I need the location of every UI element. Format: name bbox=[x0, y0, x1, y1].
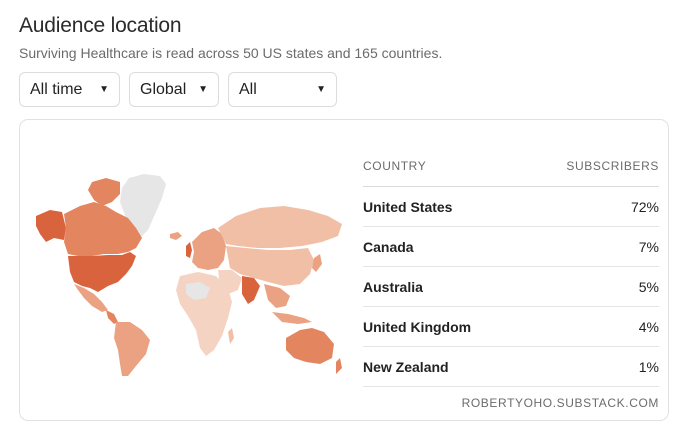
map-region-alaska[interactable] bbox=[36, 210, 66, 242]
audience-value: All bbox=[239, 80, 257, 98]
table-row: United States 72% bbox=[363, 187, 659, 227]
country-table: COUNTRY SUBSCRIBERS United States 72% Ca… bbox=[363, 147, 659, 410]
audience-location-card: COUNTRY SUBSCRIBERS United States 72% Ca… bbox=[19, 119, 669, 421]
country-name: New Zealand bbox=[363, 358, 449, 375]
country-name: United Kingdom bbox=[363, 318, 472, 335]
region-select[interactable]: Global ▼ bbox=[129, 72, 219, 107]
table-row: Australia 5% bbox=[363, 267, 659, 307]
map-region-japan[interactable] bbox=[312, 254, 322, 272]
map-region-indonesia[interactable] bbox=[272, 312, 312, 324]
map-region-united-kingdom[interactable] bbox=[186, 242, 192, 258]
table-row: New Zealand 1% bbox=[363, 347, 659, 387]
page-title: Audience location bbox=[19, 14, 182, 37]
table-header: COUNTRY SUBSCRIBERS bbox=[363, 147, 659, 187]
time-range-select[interactable]: All time ▼ bbox=[19, 72, 120, 107]
map-region-south-america[interactable] bbox=[114, 322, 150, 376]
subscriber-share: 1% bbox=[638, 358, 659, 375]
subscriber-share: 7% bbox=[638, 238, 659, 255]
map-region-australia[interactable] bbox=[286, 328, 334, 364]
map-region-canada-arctic[interactable] bbox=[88, 178, 120, 206]
column-header-subscribers: SUBSCRIBERS bbox=[566, 159, 659, 173]
map-region-madagascar[interactable] bbox=[228, 328, 234, 344]
country-name: Australia bbox=[363, 278, 423, 295]
caret-down-icon: ▼ bbox=[99, 84, 109, 95]
page-subtitle: Surviving Healthcare is read across 50 U… bbox=[19, 45, 443, 61]
map-region-russia[interactable] bbox=[218, 206, 342, 248]
map-region-southeast-asia[interactable] bbox=[264, 284, 290, 308]
time-range-value: All time bbox=[30, 80, 83, 98]
audience-select[interactable]: All ▼ bbox=[228, 72, 337, 107]
world-map bbox=[36, 174, 342, 376]
map-region-europe[interactable] bbox=[192, 228, 226, 270]
region-value: Global bbox=[140, 80, 187, 98]
table-row: United Kingdom 4% bbox=[363, 307, 659, 347]
country-name: Canada bbox=[363, 238, 414, 255]
subscriber-share: 4% bbox=[638, 318, 659, 335]
table-row: Canada 7% bbox=[363, 227, 659, 267]
caret-down-icon: ▼ bbox=[198, 84, 208, 95]
subscriber-share: 72% bbox=[630, 198, 659, 215]
source-footer: ROBERTYOHO.SUBSTACK.COM bbox=[461, 396, 659, 410]
caret-down-icon: ▼ bbox=[316, 84, 326, 95]
map-region-central-america[interactable] bbox=[106, 310, 118, 324]
map-region-iceland[interactable] bbox=[170, 232, 182, 240]
column-header-country: COUNTRY bbox=[363, 159, 427, 173]
country-name: United States bbox=[363, 198, 453, 215]
subscriber-share: 5% bbox=[638, 278, 659, 295]
map-region-new-zealand[interactable] bbox=[336, 358, 342, 374]
map-region-india[interactable] bbox=[242, 276, 260, 304]
filter-bar: All time ▼ Global ▼ All ▼ bbox=[19, 72, 337, 107]
